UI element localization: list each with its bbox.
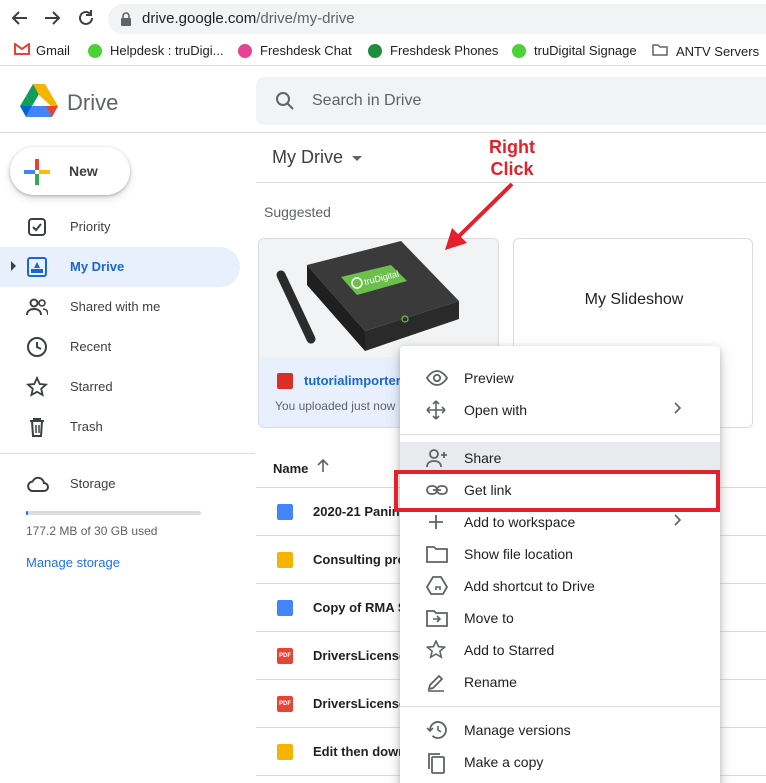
name-column-header[interactable]: Name <box>273 461 308 476</box>
search-icon[interactable] <box>274 90 296 117</box>
address-bar[interactable]: drive.google.com/drive/my-drive <box>108 4 766 34</box>
chat-icon <box>238 43 252 58</box>
shortcut-icon <box>425 576 449 596</box>
menu-item-rename[interactable]: Rename <box>400 666 720 698</box>
sidebar-item-trash[interactable]: Trash <box>0 407 240 447</box>
menu-item-preview[interactable]: Preview <box>400 362 720 394</box>
storage-used-text: 177.2 MB of 30 GB used <box>26 524 158 538</box>
get-link-highlight-box <box>394 470 720 512</box>
new-button[interactable]: New <box>10 147 130 195</box>
cloud-icon <box>26 473 49 495</box>
context-menu: Preview Open with Share Get link Add to … <box>400 346 720 783</box>
eye-icon <box>425 368 449 388</box>
folder-icon <box>426 544 448 564</box>
menu-item-make-a-copy[interactable]: Make a copy <box>400 746 720 778</box>
drive-header: Drive Search in Drive <box>0 66 766 133</box>
browser-toolbar: drive.google.com/drive/my-drive <box>0 0 766 36</box>
power-icon <box>512 43 526 58</box>
manage-storage-link[interactable]: Manage storage <box>26 555 120 570</box>
expand-caret-icon[interactable] <box>11 261 16 271</box>
menu-item-show-file-location[interactable]: Show file location <box>400 538 720 570</box>
move-icon <box>426 608 448 628</box>
bookmark-freshdesk-phones[interactable]: Freshdesk Phones <box>368 43 498 58</box>
my-drive-icon <box>26 256 48 278</box>
image-file-icon <box>277 373 293 389</box>
card-file-name: tutorialimporter.j <box>304 373 408 388</box>
history-icon <box>426 720 447 740</box>
search-input[interactable]: Search in Drive <box>256 77 766 125</box>
right-click-annotation: Right Click <box>489 137 535 179</box>
pdf-file-icon: PDF <box>277 648 293 664</box>
suggested-heading: Suggested <box>264 204 331 220</box>
share-person-icon <box>426 448 447 468</box>
chevron-down-icon[interactable] <box>352 156 362 161</box>
pdf-file-icon: PDF <box>277 696 293 712</box>
gmail-icon <box>14 42 30 58</box>
storage-progress-bar <box>26 511 201 515</box>
bookmark-gmail[interactable]: Gmail <box>14 42 70 58</box>
copy-icon <box>426 752 446 774</box>
priority-icon <box>26 216 48 238</box>
reload-icon[interactable] <box>76 8 96 28</box>
open-with-icon <box>426 400 446 420</box>
slides-file-icon <box>277 744 293 760</box>
bookmark-trudigital-signage[interactable]: truDigital Signage <box>512 43 637 58</box>
menu-divider <box>400 434 720 435</box>
lock-icon <box>120 12 132 31</box>
back-arrow-icon[interactable] <box>10 8 30 28</box>
phone-icon <box>368 43 382 58</box>
url-text: drive.google.com/drive/my-drive <box>142 10 355 27</box>
folder-icon <box>652 43 668 59</box>
chevron-right-icon <box>672 513 682 530</box>
bookmarks-bar: Gmail Helpdesk : truDigi... Freshdesk Ch… <box>0 36 766 66</box>
star-icon <box>25 375 49 398</box>
menu-item-move-to[interactable]: Move to <box>400 602 720 634</box>
sidebar-divider <box>0 453 255 454</box>
device-image: truDigital <box>259 239 498 357</box>
power-icon <box>88 43 102 58</box>
plus-multicolor-icon <box>24 159 50 190</box>
menu-item-manage-versions[interactable]: Manage versions <box>400 714 720 746</box>
app-name: Drive <box>67 90 119 115</box>
menu-divider <box>400 706 720 707</box>
plus-icon <box>426 512 446 532</box>
sidebar-item-starred[interactable]: Starred <box>0 367 240 407</box>
card-file-meta: You uploaded just now <box>275 399 396 413</box>
sidebar-item-my-drive[interactable]: My Drive <box>0 247 240 287</box>
doc-file-icon <box>277 504 293 520</box>
forward-arrow-icon[interactable] <box>42 8 62 28</box>
menu-item-open-with[interactable]: Open with <box>400 394 720 426</box>
menu-item-add-to-starred[interactable]: Add to Starred <box>400 634 720 666</box>
shared-icon <box>26 296 49 318</box>
bookmark-freshdesk-chat[interactable]: Freshdesk Chat <box>238 43 352 58</box>
clock-icon <box>26 336 48 358</box>
new-button-label: New <box>69 163 98 179</box>
sidebar-item-storage[interactable]: Storage <box>0 464 240 504</box>
search-placeholder: Search in Drive <box>312 92 422 109</box>
sidebar-item-shared-with-me[interactable]: Shared with me <box>0 287 240 327</box>
chevron-right-icon <box>672 401 682 418</box>
slides-file-icon <box>277 552 293 568</box>
star-icon <box>425 639 447 660</box>
trash-icon <box>26 416 48 438</box>
bookmark-helpdesk[interactable]: Helpdesk : truDigi... <box>88 43 223 58</box>
bookmark-antv-servers[interactable]: ANTV Servers <box>652 43 759 59</box>
drive-logo-icon[interactable] <box>20 84 58 123</box>
sidebar-item-recent[interactable]: Recent <box>0 327 240 367</box>
menu-item-add-shortcut[interactable]: Add shortcut to Drive <box>400 570 720 602</box>
page-title[interactable]: My Drive <box>272 147 343 168</box>
card-title: My Slideshow <box>584 291 684 308</box>
sidebar-item-priority[interactable]: Priority <box>0 207 240 247</box>
sort-arrow-up-icon[interactable] <box>317 458 329 476</box>
doc-file-icon <box>277 600 293 616</box>
file-thumbnail: truDigital <box>259 239 498 357</box>
pencil-icon <box>426 672 446 692</box>
main-divider <box>256 182 766 183</box>
